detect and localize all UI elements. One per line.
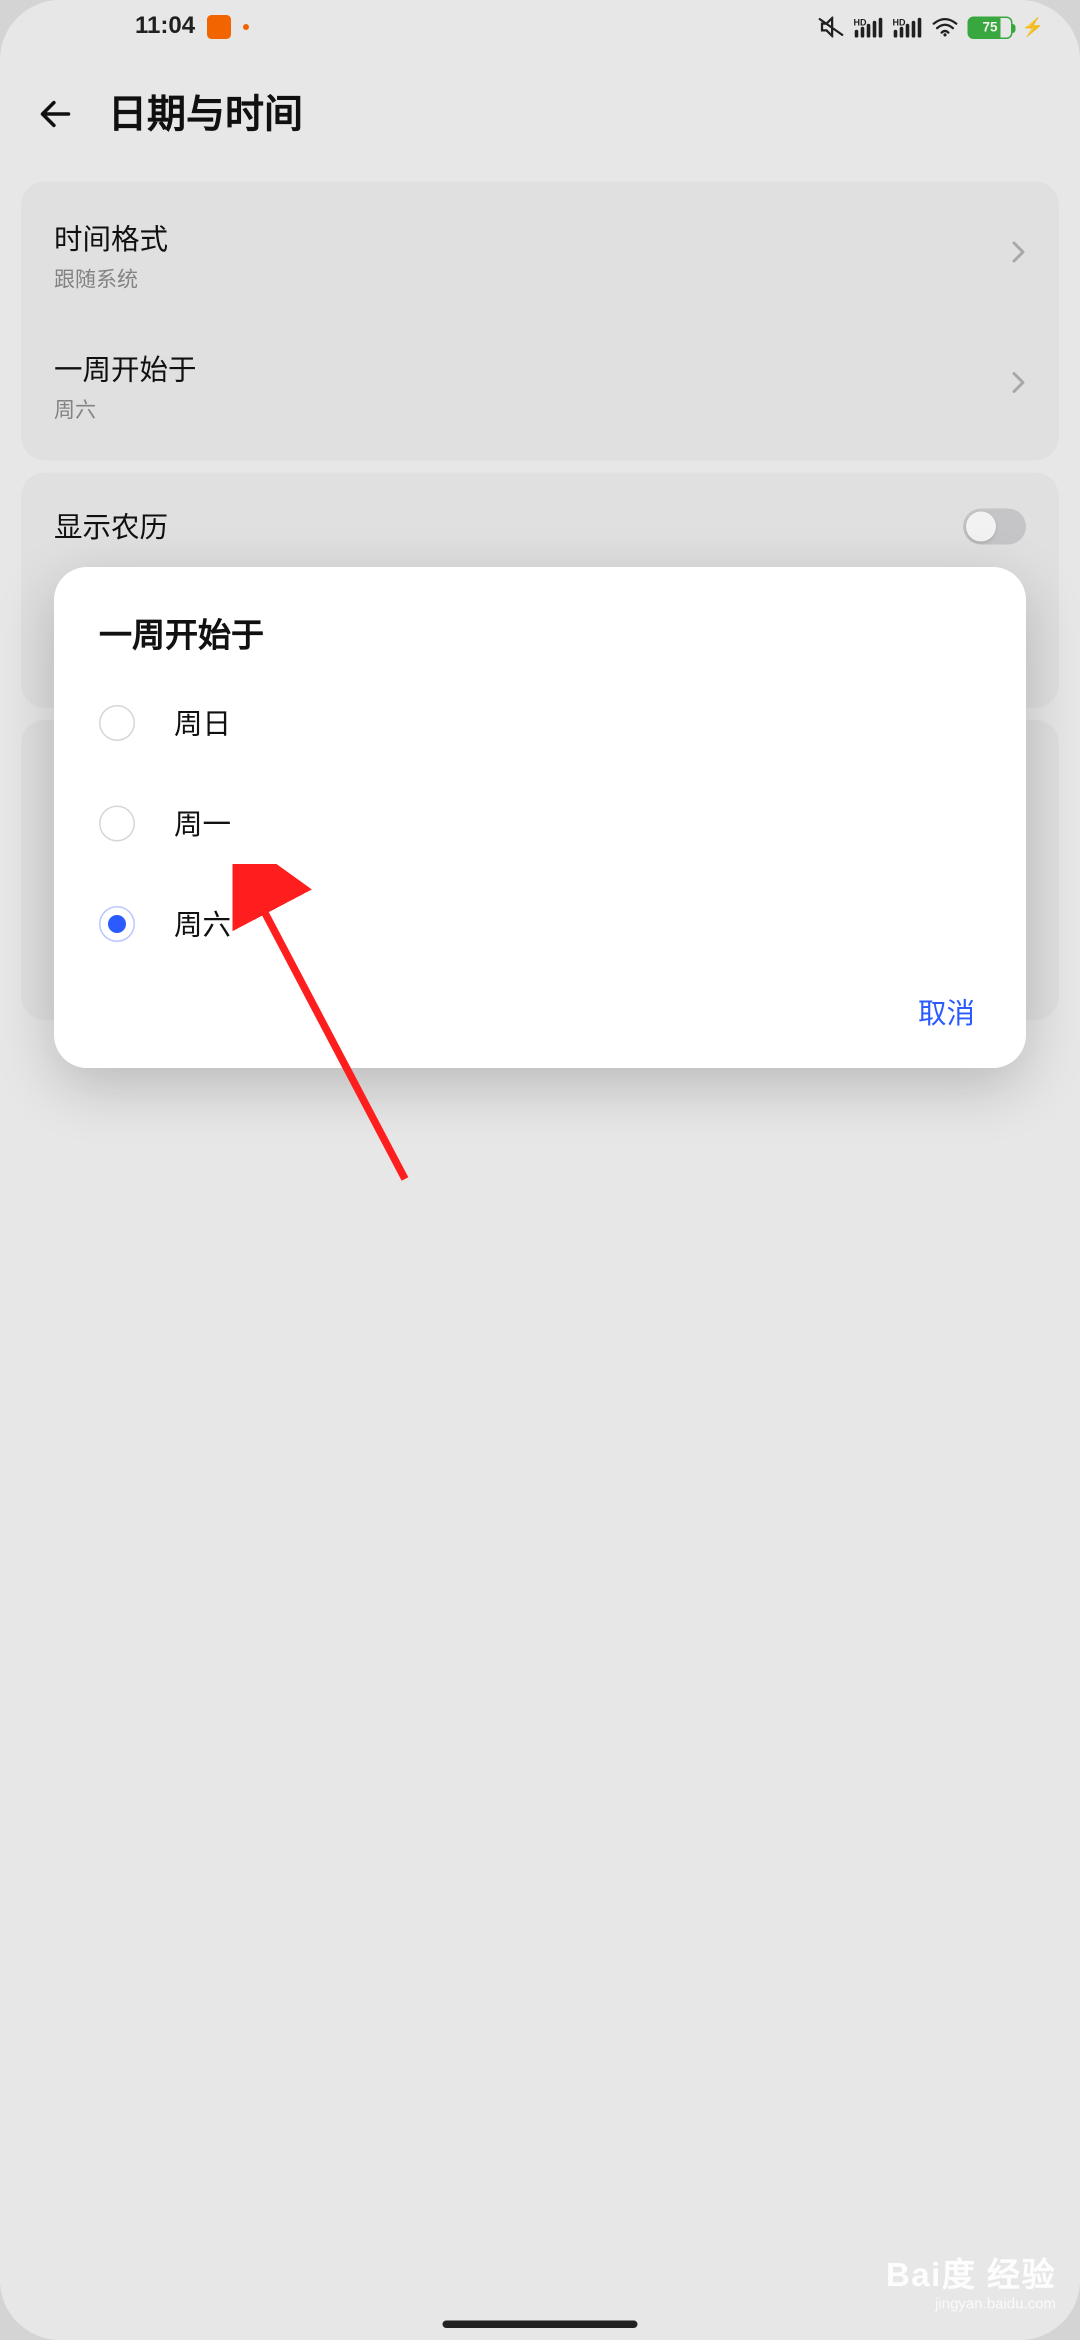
option-label: 周一 — [174, 803, 231, 844]
option-label: 周日 — [174, 702, 231, 743]
option-sunday[interactable]: 周日 — [54, 672, 1026, 773]
week-start-dialog: 一周开始于 周日 周一 周六 取消 — [54, 567, 1026, 1068]
watermark-sub: jingyan.baidu.com — [886, 2297, 1056, 2314]
dialog-title: 一周开始于 — [54, 609, 1026, 672]
phone-frame: 11:04 HD HD 75 ⚡ 日期与时间 — [0, 0, 1080, 2340]
option-monday[interactable]: 周一 — [54, 773, 1026, 874]
cancel-button[interactable]: 取消 — [918, 992, 975, 1033]
radio-selected-icon — [99, 905, 135, 941]
watermark: Bai度 经验 jingyan.baidu.com — [886, 2249, 1056, 2314]
watermark-main: Bai度 经验 — [886, 2249, 1056, 2297]
dialog-scrim[interactable] — [0, 0, 1080, 2340]
home-indicator[interactable] — [443, 2321, 638, 2329]
option-label: 周六 — [174, 903, 231, 944]
dialog-actions: 取消 — [54, 974, 1026, 1048]
option-saturday[interactable]: 周六 — [54, 873, 1026, 974]
radio-icon — [99, 805, 135, 841]
radio-icon — [99, 704, 135, 740]
